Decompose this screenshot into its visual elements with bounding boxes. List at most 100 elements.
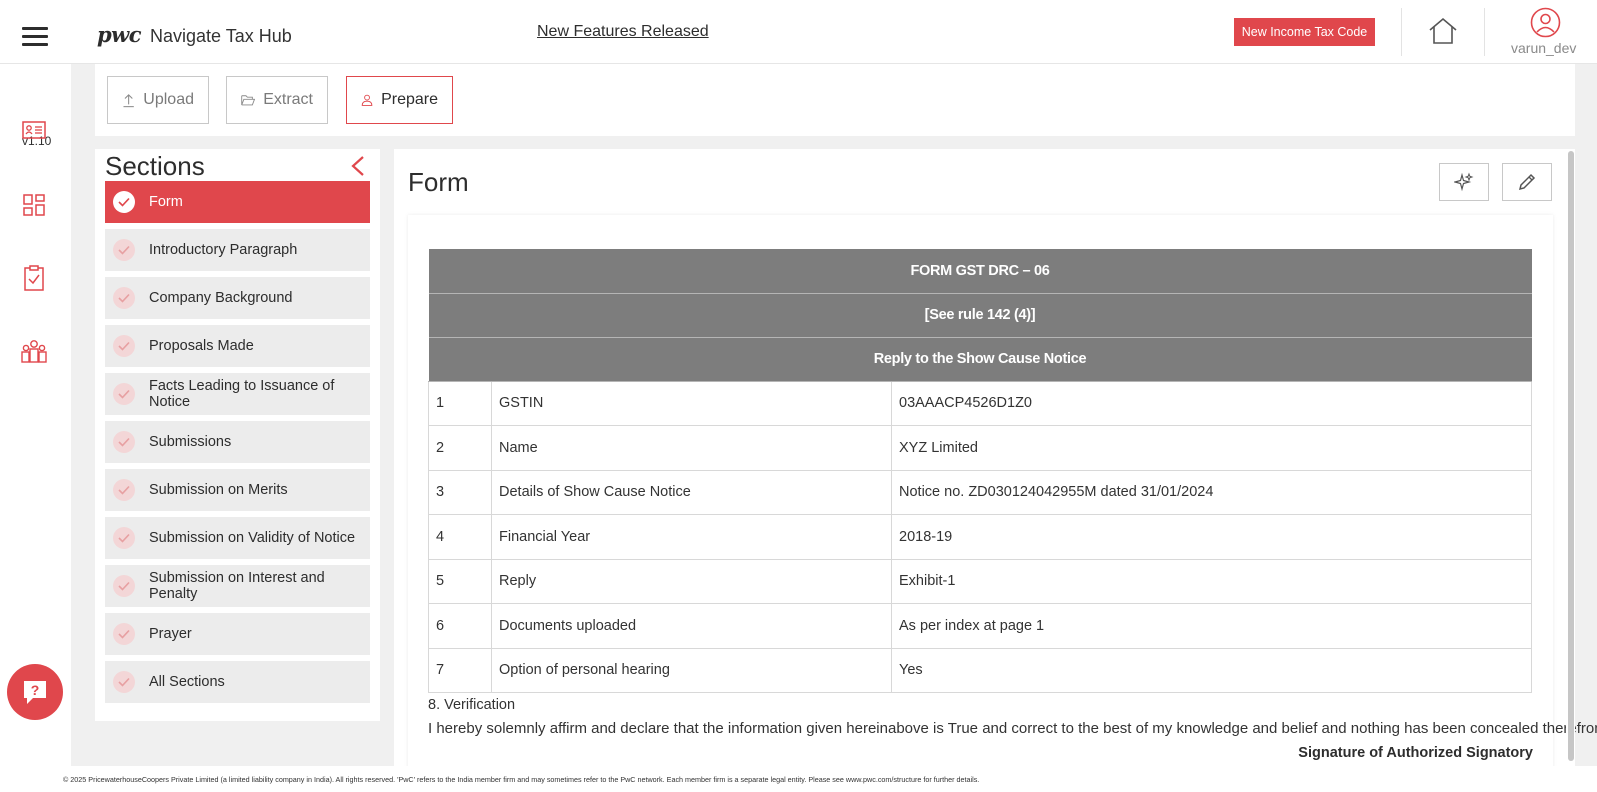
section-item-label: Form: [149, 194, 183, 210]
prepare-button[interactable]: Prepare: [346, 76, 453, 124]
table-cell-value: 2018-19: [891, 514, 1532, 560]
table-row: 1 GSTIN 03AAACP4526D1Z0: [428, 380, 1532, 426]
section-item[interactable]: Company Background: [105, 277, 370, 319]
section-item-label: All Sections: [149, 674, 225, 690]
app-name: Navigate Tax Hub: [150, 26, 292, 46]
table-row: 7 Option of personal hearing Yes: [428, 647, 1532, 693]
scrollbar-thumb[interactable]: [1568, 151, 1574, 761]
username[interactable]: varun_dev: [1511, 40, 1576, 56]
table-cell-value: Yes: [891, 647, 1532, 693]
sparkle-icon: [1454, 172, 1474, 192]
prepare-label: Prepare: [381, 91, 438, 108]
check-circle-icon: [113, 239, 135, 261]
form-header-row: Reply to the Show Cause Notice: [428, 337, 1532, 382]
pencil-icon: [1518, 173, 1536, 191]
table-cell-num: 1: [428, 380, 492, 426]
section-item[interactable]: Submissions: [105, 421, 370, 463]
section-item-label: Submissions: [149, 434, 232, 450]
hamburger-menu-icon[interactable]: [22, 27, 48, 47]
pwc-logo: pwc: [97, 22, 142, 47]
id-card-icon[interactable]: [20, 116, 48, 144]
section-item[interactable]: Introductory Paragraph: [105, 229, 370, 271]
collapse-chevron-left-icon[interactable]: [349, 155, 367, 177]
svg-text:?: ?: [31, 682, 40, 698]
section-item[interactable]: Submission on Merits: [105, 469, 370, 511]
section-item-label: Facts Leading to Issuance of Notice: [149, 378, 335, 410]
form-header-cell: Reply to the Show Cause Notice: [428, 337, 1532, 382]
section-item[interactable]: Form: [105, 181, 370, 223]
edit-button[interactable]: [1502, 163, 1552, 201]
check-circle-icon: [113, 431, 135, 453]
table-cell-field: Option of personal hearing: [491, 647, 892, 693]
form-table: FORM GST DRC – 06 [See rule 142 (4)] Reply…: [428, 249, 1532, 693]
top-bar: pwc Navigate Tax Hub New Features Releas…: [0, 0, 1597, 64]
table-cell-num: 4: [428, 514, 492, 560]
table-row: 3 Details of Show Cause Notice Notice no. …: [428, 469, 1532, 515]
user-avatar-icon[interactable]: [1530, 7, 1561, 38]
sections-title: Sections: [105, 151, 205, 181]
table-cell-field: Name: [491, 425, 892, 471]
help-chat-button[interactable]: ?: [7, 664, 63, 720]
extract-button[interactable]: Extract: [226, 76, 328, 124]
table-cell-field: Details of Show Cause Notice: [491, 469, 892, 515]
table-cell-num: 6: [428, 603, 492, 649]
section-item-label: Introductory Paragraph: [149, 242, 298, 258]
upload-button[interactable]: Upload: [107, 76, 209, 124]
table-cell-field: GSTIN: [491, 380, 892, 426]
section-item[interactable]: Facts Leading to Issuance of Notice: [105, 373, 370, 415]
upload-icon: [123, 94, 134, 108]
section-item-label: Submission on Interest and Penalty: [149, 570, 325, 602]
new-income-tax-code-button[interactable]: New Income Tax Code: [1234, 18, 1375, 46]
action-toolbar: Upload Extract Prepare: [95, 64, 1575, 136]
team-icon[interactable]: [20, 337, 48, 365]
form-header-row: [See rule 142 (4)]: [428, 293, 1532, 338]
table-cell-num: 5: [428, 558, 492, 604]
table-cell-num: 7: [428, 647, 492, 693]
new-features-link[interactable]: New Features Released: [537, 23, 709, 41]
section-item[interactable]: Submission on Interest and Penalty: [105, 565, 370, 607]
dashboard-grid-icon[interactable]: [20, 191, 48, 219]
form-header-cell: FORM GST DRC – 06: [428, 249, 1532, 294]
extract-label: Extract: [263, 91, 313, 108]
table-cell-value: 03AAACP4526D1Z0: [891, 380, 1532, 426]
signature-label: Signature of Authorized Signatory: [1298, 745, 1533, 761]
home-icon[interactable]: [1427, 16, 1459, 46]
check-circle-icon: [113, 527, 135, 549]
checklist-icon[interactable]: [20, 264, 48, 292]
scrollbar[interactable]: [1566, 149, 1575, 792]
verification-heading: 8. Verification: [428, 697, 516, 713]
ai-sparkle-button[interactable]: [1439, 163, 1489, 201]
header-divider: [1401, 8, 1402, 56]
check-circle-icon: [113, 575, 135, 597]
check-circle-icon: [113, 383, 135, 405]
content-title: Form: [408, 167, 469, 197]
copyright-text: © 2025 PricewaterhouseCoopers Private Li…: [63, 775, 980, 784]
section-item[interactable]: Submission on Validity of Notice: [105, 517, 370, 559]
sections-panel: Sections Form Introductory Paragraph Compa…: [95, 149, 380, 721]
table-row: 5 Reply Exhibit-1: [428, 558, 1532, 604]
table-cell-value: Notice no. ZD030124042955M dated 31/01/2…: [891, 469, 1532, 515]
table-row: 2 Name XYZ Limited: [428, 425, 1532, 471]
section-item-label: Submission on Validity of Notice: [149, 530, 356, 546]
form-header-row: FORM GST DRC – 06: [428, 249, 1532, 294]
table-cell-field: Reply: [491, 558, 892, 604]
form-document: FORM GST DRC – 06 [See rule 142 (4)] Reply…: [408, 215, 1597, 792]
section-item-label: Prayer: [149, 626, 192, 642]
person-icon: [361, 94, 373, 106]
folder-open-icon: [241, 95, 256, 106]
table-cell-field: Documents uploaded: [491, 603, 892, 649]
section-item[interactable]: Proposals Made: [105, 325, 370, 367]
form-header-cell: [See rule 142 (4)]: [428, 293, 1532, 338]
footer: © 2025 PricewaterhouseCoopers Private Li…: [0, 766, 1597, 792]
table-cell-field: Financial Year: [491, 514, 892, 560]
table-row: 6 Documents uploaded As per index at page …: [428, 603, 1532, 649]
check-circle-icon: [113, 623, 135, 645]
upload-label: Upload: [143, 91, 194, 108]
section-item-label: Submission on Merits: [149, 482, 288, 498]
table-cell-value: XYZ Limited: [891, 425, 1532, 471]
table-cell-num: 3: [428, 469, 492, 515]
check-circle-icon: [113, 287, 135, 309]
section-item[interactable]: Prayer: [105, 613, 370, 655]
header-divider: [1484, 8, 1485, 56]
section-item[interactable]: All Sections: [105, 661, 370, 703]
